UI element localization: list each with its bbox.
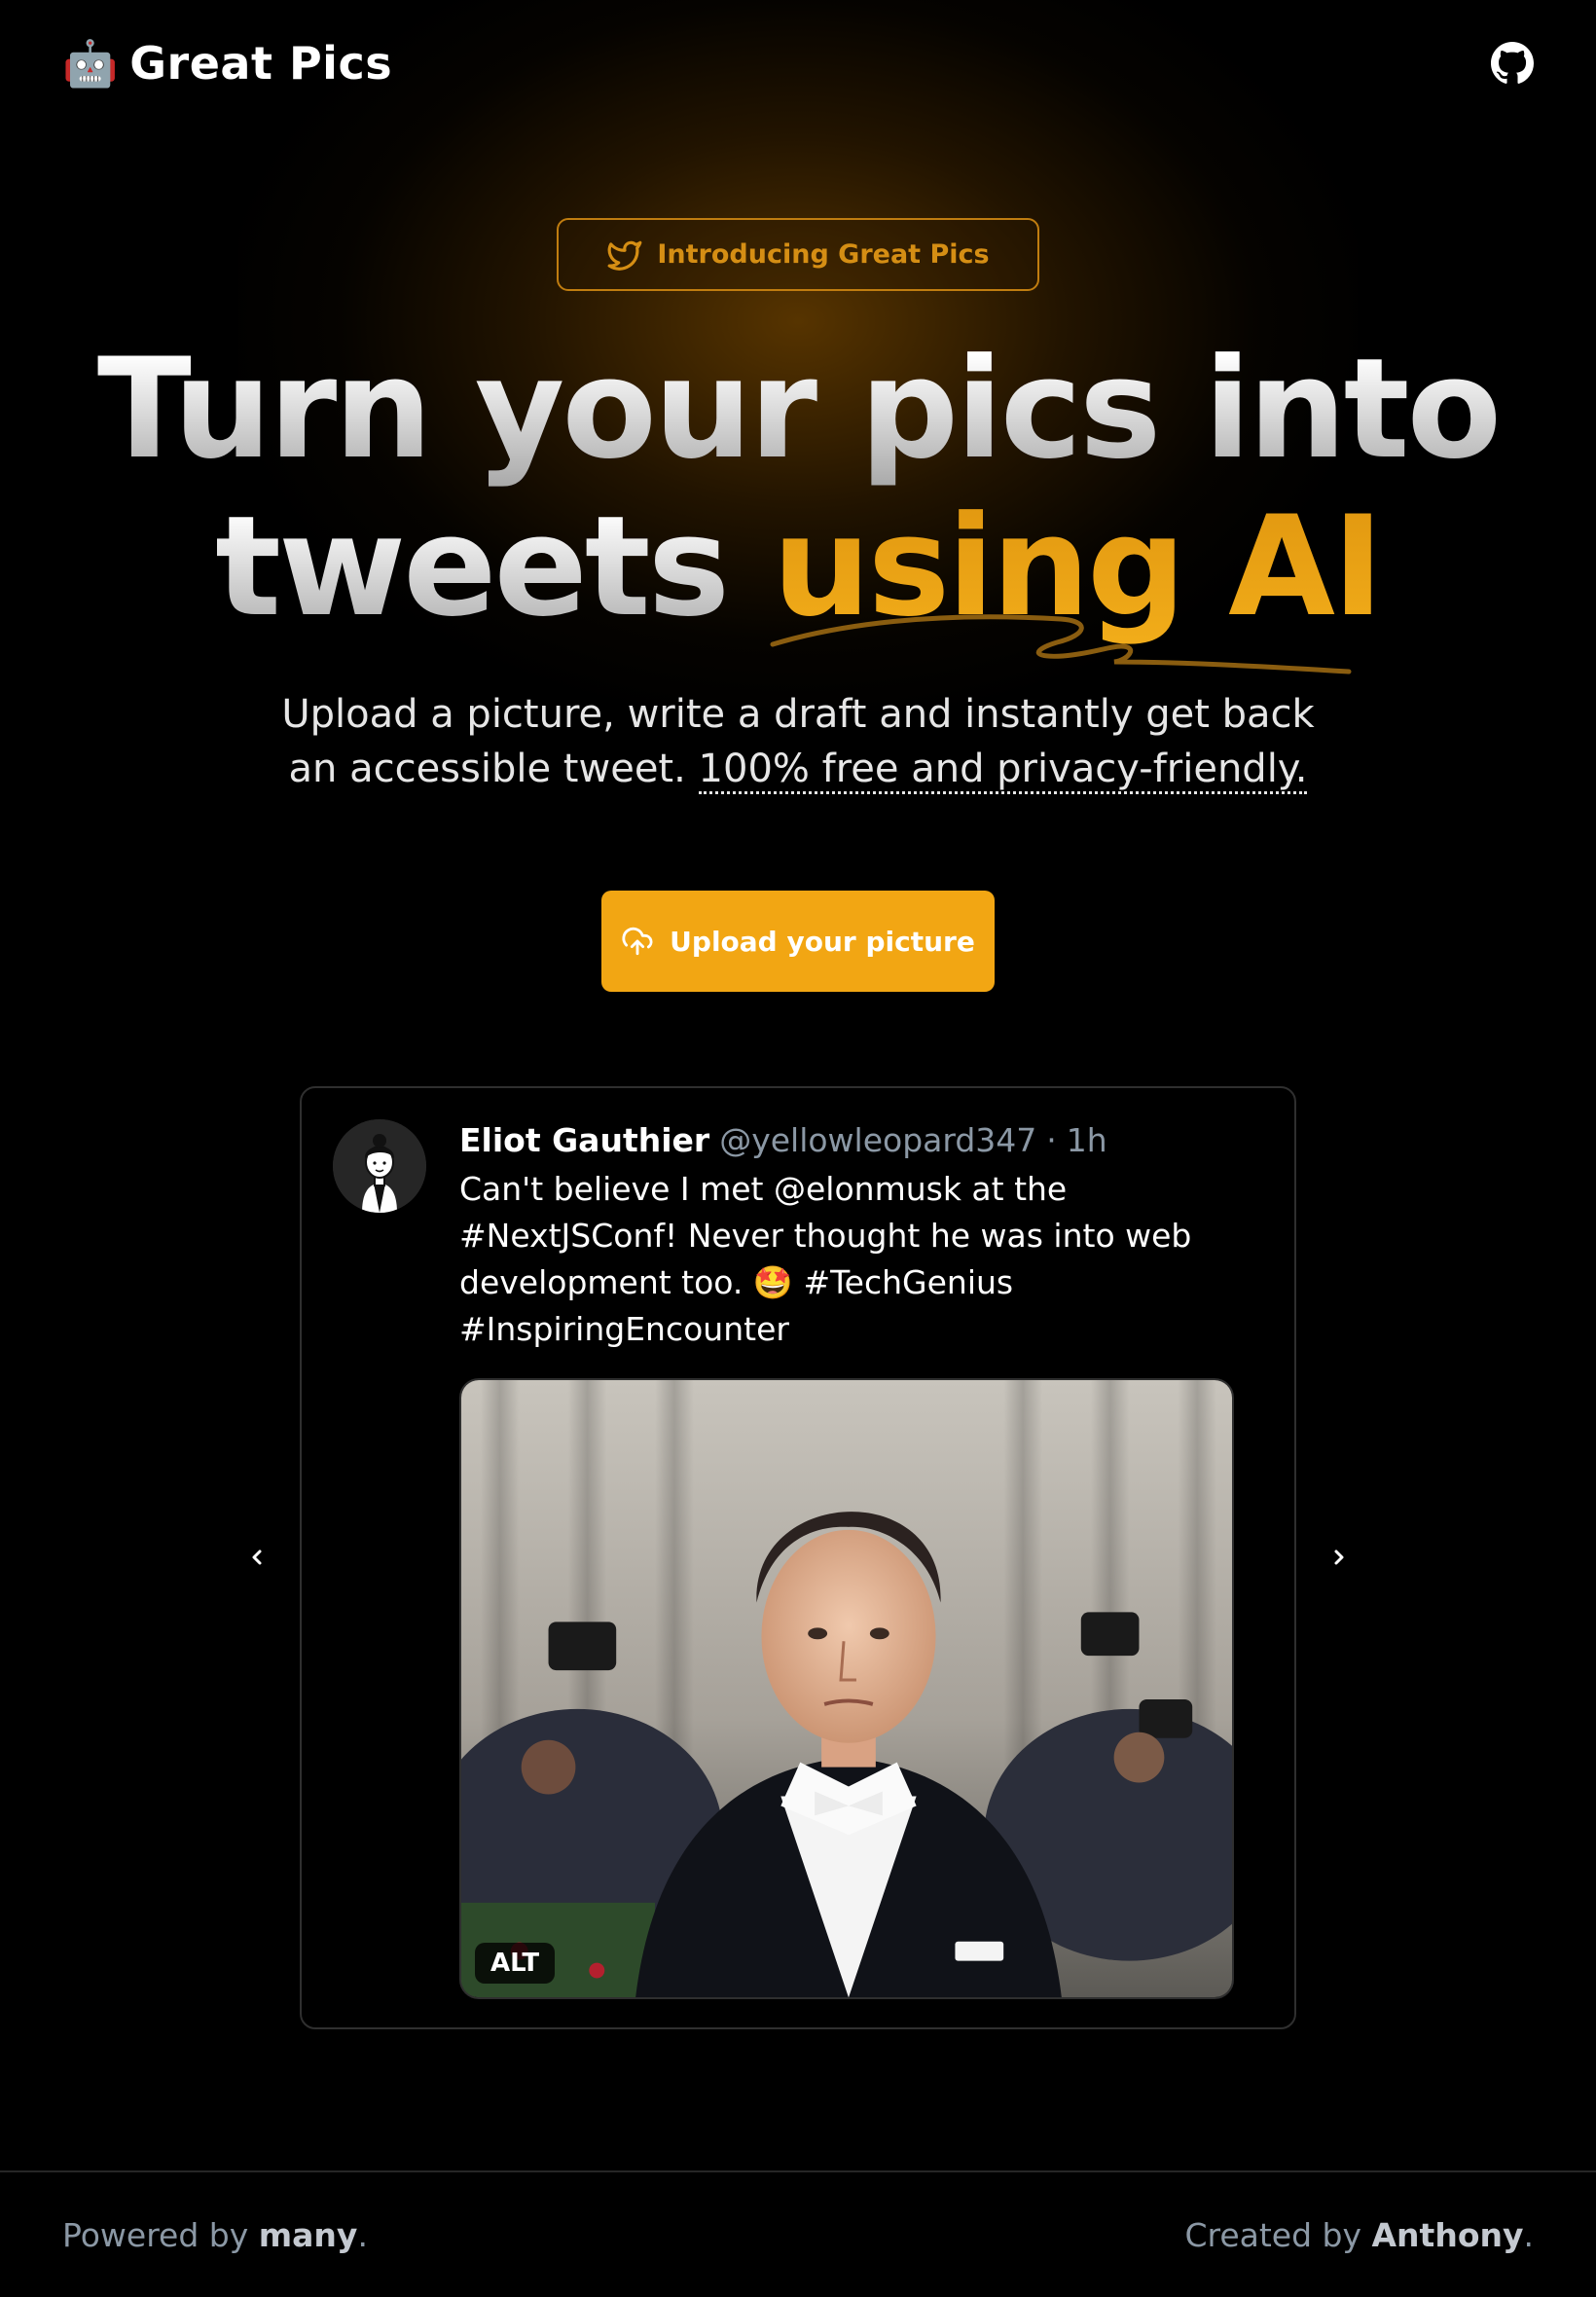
photo-illustration xyxy=(461,1380,1232,1997)
site-footer: Powered by many. Created by Anthony. xyxy=(0,2170,1596,2297)
carousel-next-button[interactable] xyxy=(1320,1538,1359,1577)
carousel-prev-button[interactable] xyxy=(237,1538,276,1577)
powered-by-prefix: Powered by xyxy=(62,2215,249,2254)
created-by-prefix: Created by xyxy=(1184,2215,1362,2254)
tweet-separator: · xyxy=(1046,1121,1057,1159)
brand[interactable]: 🤖 Great Pics xyxy=(62,37,392,90)
twitter-icon xyxy=(607,240,642,271)
hero-title-plain: tweets xyxy=(215,487,730,647)
upload-button-label: Upload your picture xyxy=(670,925,975,958)
created-by-link[interactable]: Anthony xyxy=(1372,2216,1524,2254)
scribble-underline xyxy=(770,614,1352,675)
chevron-right-icon xyxy=(1334,1550,1344,1565)
tweet-image[interactable]: ALT xyxy=(459,1378,1234,1999)
privacy-link[interactable]: 100% free and privacy-friendly. xyxy=(698,747,1308,794)
github-icon xyxy=(1491,42,1534,84)
hero-subtitle: Upload a picture, write a draft and inst… xyxy=(253,687,1343,796)
brand-name: Great Pics xyxy=(129,37,393,90)
upload-button[interactable]: Upload your picture xyxy=(601,891,995,992)
powered-by-period: . xyxy=(357,2215,368,2254)
github-link[interactable] xyxy=(1491,42,1534,85)
footer-powered-by: Powered by many. xyxy=(62,2216,368,2254)
tweet-handle[interactable]: @yellowleopard347 xyxy=(719,1121,1036,1159)
chevron-left-icon xyxy=(252,1550,262,1565)
avatar-illustration xyxy=(333,1119,426,1213)
pill-label: Introducing Great Pics xyxy=(657,239,990,270)
robot-icon: 🤖 xyxy=(62,37,119,90)
hero-title-line1: Turn your pics into xyxy=(0,331,1596,489)
footer-created-by: Created by Anthony. xyxy=(1184,2216,1534,2254)
tweet-author[interactable]: Eliot Gauthier xyxy=(459,1121,709,1159)
tweet-header: Eliot Gauthier @yellowleopard347 · 1h xyxy=(459,1121,1107,1164)
created-by-period: . xyxy=(1523,2215,1535,2254)
powered-by-link[interactable]: many xyxy=(259,2216,358,2254)
site-header: 🤖 Great Pics xyxy=(0,0,1596,127)
intro-pill[interactable]: Introducing Great Pics xyxy=(557,218,1039,291)
tweet-card: Eliot Gauthier @yellowleopard347 · 1h Ca… xyxy=(300,1086,1296,2029)
alt-badge[interactable]: ALT xyxy=(475,1943,556,1984)
upload-cloud-icon xyxy=(622,927,653,956)
avatar[interactable] xyxy=(333,1119,426,1213)
tweet-text: Can't believe I met @elonmusk at the #Ne… xyxy=(459,1170,1192,1348)
tweet-time: 1h xyxy=(1066,1121,1107,1159)
